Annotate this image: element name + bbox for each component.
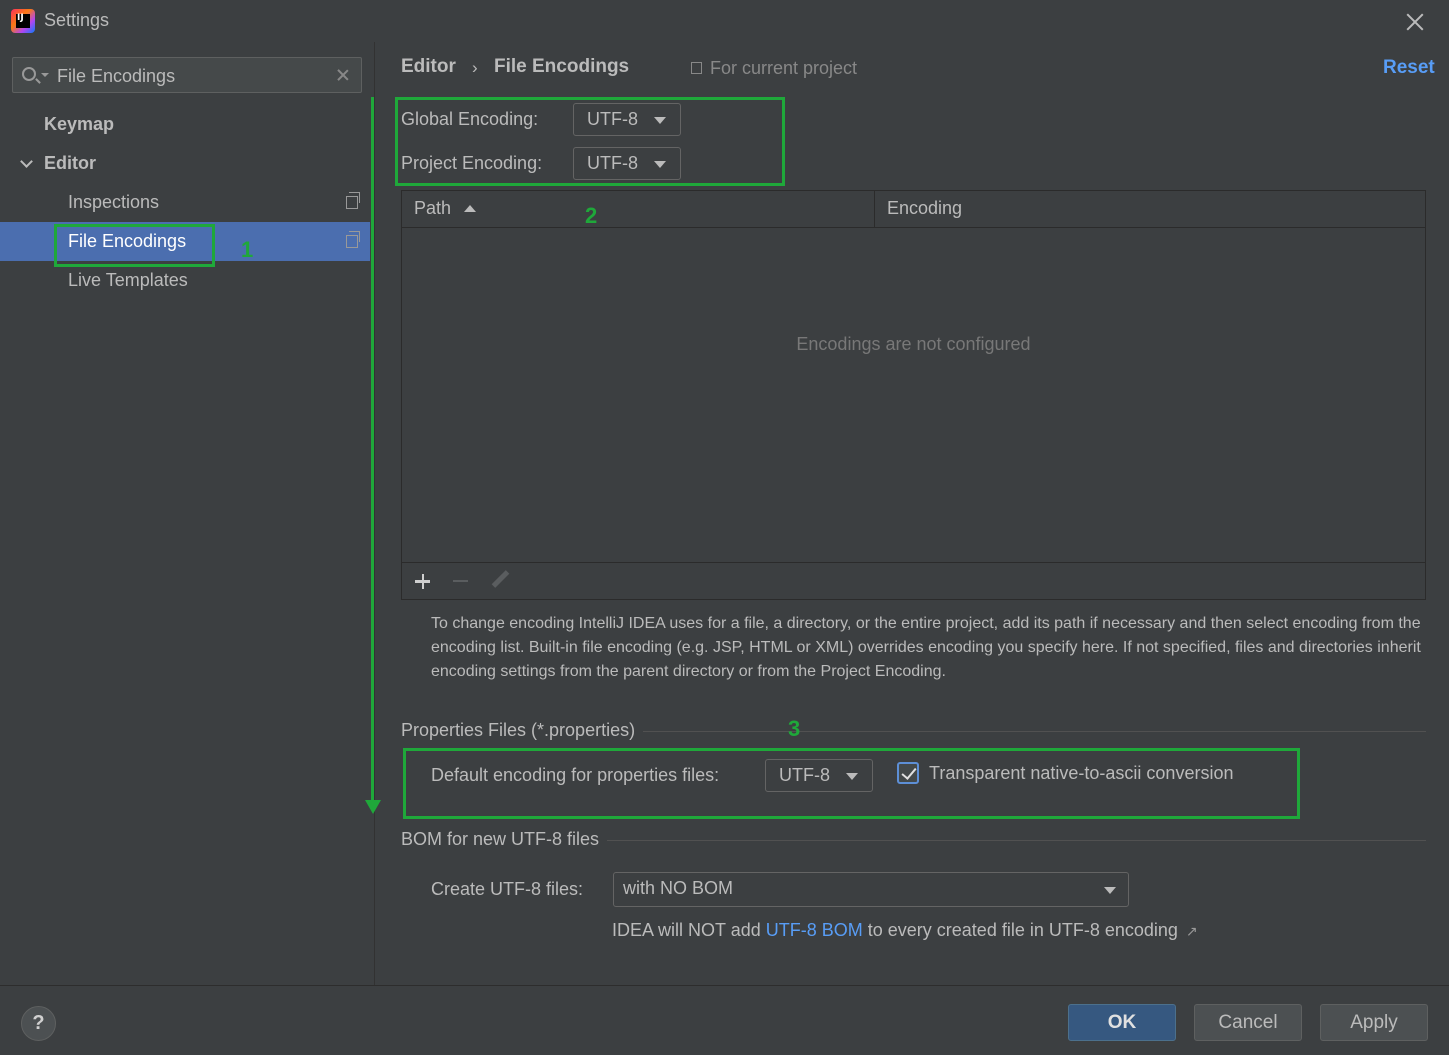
column-header-path[interactable]: Path (414, 198, 451, 219)
sidebar-item-label: Inspections (68, 192, 160, 212)
close-icon[interactable] (1401, 8, 1429, 36)
sidebar-item-label: Editor (44, 153, 96, 173)
sidebar-item-label: Keymap (44, 114, 115, 134)
search-icon[interactable] (22, 67, 36, 81)
apply-button[interactable]: Apply (1320, 1004, 1428, 1041)
create-utf8-files-select[interactable]: with NO BOM (613, 872, 1129, 907)
project-scope-icon (346, 192, 360, 209)
path-encoding-table: Path Encoding Encodings are not configur… (401, 190, 1426, 600)
chevron-down-icon (846, 773, 858, 780)
properties-encoding-value: UTF-8 (779, 765, 830, 785)
scope-label: For current project (710, 58, 858, 78)
bom-note-suffix: to every created file in UTF-8 encoding (867, 920, 1178, 940)
sidebar-item-label: Live Templates (68, 270, 188, 290)
help-button[interactable]: ? (21, 1006, 56, 1041)
chevron-down-icon[interactable] (20, 155, 33, 168)
edit-pencil-icon[interactable] (488, 569, 512, 593)
chevron-down-icon (1104, 887, 1116, 894)
project-encoding-value: UTF-8 (587, 153, 638, 173)
annotation-number-1: 1 (241, 237, 254, 262)
utf8-bom-link[interactable]: UTF-8 BOM (766, 920, 863, 940)
window-title: Settings (44, 10, 110, 30)
empty-table-text: Encodings are not configured (796, 334, 1031, 354)
global-encoding-label: Global Encoding: (401, 109, 539, 129)
annotation-number-2: 2 (585, 203, 598, 228)
transparent-native-to-ascii-checkbox[interactable] (897, 762, 919, 784)
settings-sidebar: Keymap Editor Inspections File Encodings… (0, 42, 375, 985)
add-icon[interactable] (411, 569, 435, 593)
sidebar-item-file-encodings[interactable]: File Encodings (0, 222, 370, 261)
sidebar-item-label: File Encodings (68, 231, 187, 251)
search-history-chevron-icon[interactable] (41, 73, 49, 77)
transparent-native-to-ascii-label[interactable]: Transparent native-to-ascii conversion (929, 763, 1233, 784)
annotation-number-3: 3 (788, 716, 801, 741)
breadcrumb-separator: › (472, 58, 478, 77)
settings-main-panel: Editor › File Encodings For current proj… (376, 42, 1449, 985)
chevron-down-icon (654, 117, 666, 124)
clear-search-icon[interactable] (335, 67, 351, 83)
properties-section-title: Properties Files (*.properties) (401, 720, 644, 741)
bom-note: IDEA will NOT add UTF-8 BOM to every cre… (612, 920, 1198, 941)
column-header-encoding[interactable]: Encoding (887, 198, 962, 219)
intellij-app-icon: IJ (11, 9, 35, 33)
table-header: Path Encoding (402, 191, 1425, 228)
sidebar-item-editor[interactable]: Editor (0, 144, 370, 183)
encoding-help-text: To change encoding IntelliJ IDEA uses fo… (431, 615, 1421, 680)
create-utf8-files-value: with NO BOM (623, 878, 734, 898)
bom-note-prefix: IDEA will NOT add (612, 920, 761, 940)
properties-default-encoding-label: Default encoding for properties files: (431, 765, 720, 785)
external-link-icon[interactable]: ↗ (1186, 923, 1198, 940)
ok-button[interactable]: OK (1068, 1004, 1176, 1041)
search-input[interactable] (57, 64, 327, 88)
cancel-button[interactable]: Cancel (1194, 1004, 1302, 1041)
chevron-down-icon (654, 161, 666, 168)
sidebar-item-live-templates[interactable]: Live Templates (0, 261, 370, 300)
project-encoding-label: Project Encoding: (401, 153, 543, 173)
create-utf8-files-label: Create UTF-8 files: (431, 879, 584, 899)
bom-section-title: BOM for new UTF-8 files (401, 829, 608, 850)
remove-icon[interactable] (449, 569, 473, 593)
properties-encoding-select[interactable]: UTF-8 (765, 759, 873, 792)
global-encoding-value: UTF-8 (587, 109, 638, 129)
column-divider[interactable] (874, 191, 875, 228)
table-body[interactable]: Encodings are not configured (402, 228, 1425, 562)
sort-ascending-icon[interactable] (464, 205, 476, 212)
sidebar-item-inspections[interactable]: Inspections (0, 183, 370, 222)
project-scope-icon (346, 231, 360, 248)
project-encoding-select[interactable]: UTF-8 (573, 147, 681, 180)
table-toolbar (402, 562, 1425, 599)
reset-link[interactable]: Reset (1383, 57, 1435, 79)
annotation-arrow-down-icon (365, 800, 381, 814)
global-encoding-select[interactable]: UTF-8 (573, 103, 681, 136)
search-box[interactable] (12, 57, 362, 93)
title-bar: IJ Settings (0, 0, 1449, 42)
sidebar-item-keymap[interactable]: Keymap (0, 105, 370, 144)
project-scope-icon (691, 62, 702, 74)
annotation-arrow-line (371, 97, 374, 803)
page-title: File Encodings (494, 56, 630, 77)
breadcrumb-parent[interactable]: Editor (401, 56, 456, 78)
dialog-footer: ? OK Cancel Apply (0, 985, 1449, 1055)
